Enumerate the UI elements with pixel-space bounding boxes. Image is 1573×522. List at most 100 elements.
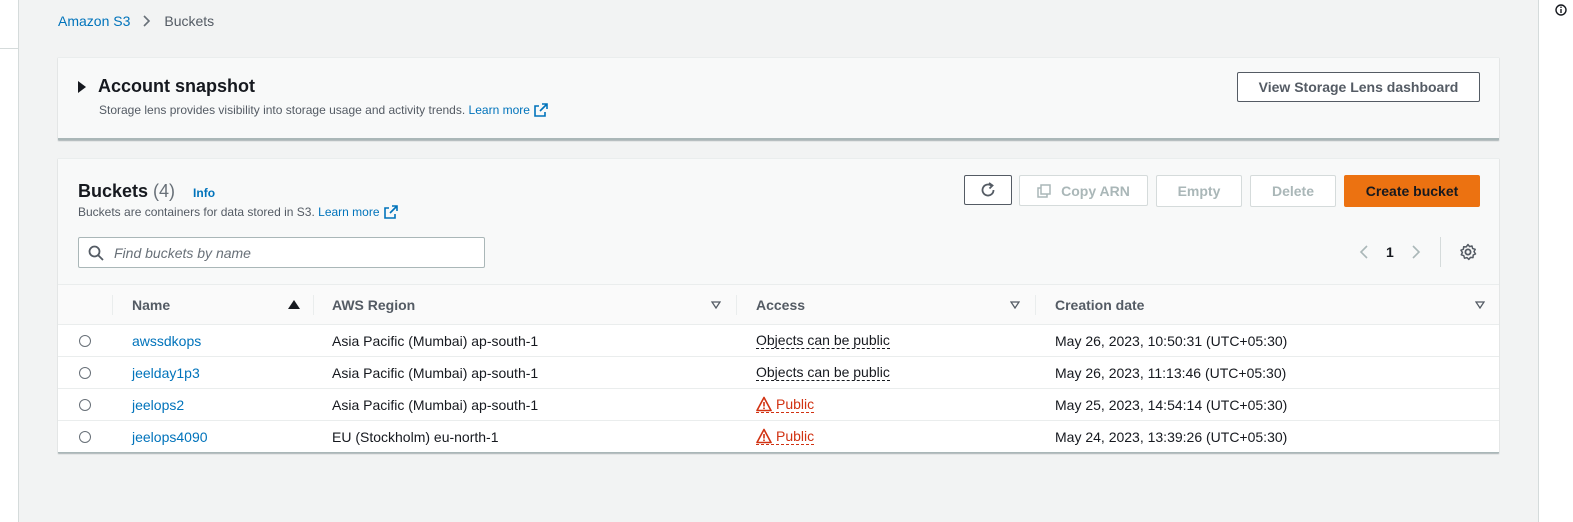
table-row[interactable]: jeelday1p3 Asia Pacific (Mumbai) ap-south… xyxy=(58,357,1499,389)
buckets-table: Name AWS Region Access Creation date aws… xyxy=(58,284,1499,452)
buckets-header: Buckets (4) Info xyxy=(78,181,215,202)
row-select[interactable] xyxy=(79,389,91,420)
access-public[interactable]: Public xyxy=(756,396,815,413)
search-input[interactable] xyxy=(112,243,476,262)
chevron-right-icon[interactable] xyxy=(1408,245,1422,259)
external-link-icon[interactable] xyxy=(383,205,398,219)
access-label[interactable]: Objects can be public xyxy=(756,364,890,381)
column-separator xyxy=(736,295,737,315)
account-snapshot-panel: Account snapshot Storage lens provides v… xyxy=(58,57,1499,140)
created-text: May 24, 2023, 13:39:26 (UTC+05:30) xyxy=(1055,428,1288,445)
help-panel-strip xyxy=(1538,0,1573,522)
bucket-name-link[interactable]: jeelday1p3 xyxy=(132,365,200,381)
info-link[interactable]: Info xyxy=(193,186,215,200)
account-snapshot-title: Account snapshot xyxy=(98,76,256,96)
bucket-name-link[interactable]: jeelops4090 xyxy=(132,429,208,445)
copy-arn-label: Copy ARN xyxy=(1061,182,1130,199)
created-cell: May 26, 2023, 11:13:46 (UTC+05:30) xyxy=(1055,357,1286,388)
column-region[interactable]: AWS Region xyxy=(332,285,721,324)
create-bucket-button[interactable]: Create bucket xyxy=(1344,175,1480,207)
row-select[interactable] xyxy=(79,421,91,452)
gear-icon[interactable] xyxy=(1459,243,1477,261)
row-select[interactable] xyxy=(79,325,91,356)
table-row[interactable]: jeelops4090 EU (Stockholm) eu-north-1 Publ… xyxy=(58,421,1499,452)
radio-button[interactable] xyxy=(79,430,91,443)
column-name[interactable]: Name xyxy=(132,285,300,324)
access-label: Public xyxy=(776,396,815,412)
pagination: 1 xyxy=(1358,237,1477,267)
sort-asc-icon xyxy=(288,300,300,309)
empty-button[interactable]: Empty xyxy=(1156,175,1242,207)
bucket-name-cell: jeelday1p3 xyxy=(132,357,200,388)
breadcrumb-amazon-s3[interactable]: Amazon S3 xyxy=(58,13,130,29)
bucket-name-link[interactable]: jeelops2 xyxy=(132,397,184,413)
table-header: Name AWS Region Access Creation date xyxy=(58,284,1499,325)
sort-desc-icon xyxy=(1010,300,1020,309)
buckets-description-text: Buckets are containers for data stored i… xyxy=(78,205,315,219)
nav-divider xyxy=(0,48,18,49)
bucket-name-cell: jeelops2 xyxy=(132,389,184,420)
created-text: May 26, 2023, 11:13:46 (UTC+05:30) xyxy=(1055,364,1287,381)
created-cell: May 24, 2023, 13:39:26 (UTC+05:30) xyxy=(1055,421,1287,452)
search-box xyxy=(78,237,485,268)
access-cell: Objects can be public xyxy=(756,357,890,388)
column-created[interactable]: Creation date xyxy=(1055,285,1485,324)
region-text: Asia Pacific (Mumbai) ap-south-1 xyxy=(332,332,539,349)
copy-arn-button[interactable]: Copy ARN xyxy=(1019,175,1148,206)
chevron-right-icon xyxy=(143,15,151,27)
column-access-label: Access xyxy=(756,296,806,313)
pager-divider xyxy=(1439,237,1441,267)
column-separator xyxy=(313,295,314,315)
row-select[interactable] xyxy=(79,357,91,388)
region-text: Asia Pacific (Mumbai) ap-south-1 xyxy=(332,396,539,413)
radio-button[interactable] xyxy=(79,334,91,347)
table-body: awssdkops Asia Pacific (Mumbai) ap-south-… xyxy=(58,325,1499,452)
access-public[interactable]: Public xyxy=(756,428,815,445)
created-text: May 26, 2023, 10:50:31 (UTC+05:30) xyxy=(1055,332,1288,349)
radio-button[interactable] xyxy=(79,398,91,411)
external-link-icon[interactable] xyxy=(534,103,548,117)
caret-right-icon xyxy=(78,80,86,93)
column-separator xyxy=(1035,295,1036,315)
table-row[interactable]: jeelops2 Asia Pacific (Mumbai) ap-south-1… xyxy=(58,389,1499,421)
created-cell: May 25, 2023, 14:54:14 (UTC+05:30) xyxy=(1055,389,1287,420)
chevron-left-icon[interactable] xyxy=(1358,245,1372,259)
warning-icon xyxy=(756,428,772,444)
buckets-title: Buckets xyxy=(78,181,149,201)
sort-desc-icon xyxy=(711,300,721,309)
snapshot-learn-more-link[interactable]: Learn more xyxy=(469,103,530,117)
region-cell: EU (Stockholm) eu-north-1 xyxy=(332,421,499,452)
column-name-label: Name xyxy=(132,296,171,313)
created-text: May 25, 2023, 14:54:14 (UTC+05:30) xyxy=(1055,396,1288,413)
region-text: Asia Pacific (Mumbai) ap-south-1 xyxy=(332,364,539,381)
delete-button[interactable]: Delete xyxy=(1250,175,1336,207)
page-number[interactable]: 1 xyxy=(1386,244,1394,260)
region-text: EU (Stockholm) eu-north-1 xyxy=(332,428,499,445)
column-separator xyxy=(112,295,113,315)
radio-button[interactable] xyxy=(79,366,91,379)
bucket-name-link[interactable]: awssdkops xyxy=(132,333,201,349)
refresh-icon xyxy=(981,182,995,197)
view-storage-lens-button[interactable]: View Storage Lens dashboard xyxy=(1237,72,1480,102)
account-snapshot-toggle[interactable]: Account snapshot xyxy=(78,76,255,97)
column-created-label: Creation date xyxy=(1055,296,1145,313)
access-cell: Public xyxy=(756,421,815,452)
refresh-button[interactable] xyxy=(964,175,1012,205)
breadcrumb: Amazon S3 Buckets xyxy=(58,12,214,30)
info-circle-icon[interactable] xyxy=(1555,4,1567,16)
buckets-learn-more-link[interactable]: Learn more xyxy=(318,205,379,219)
access-label: Public xyxy=(776,428,815,444)
access-cell: Objects can be public xyxy=(756,325,890,356)
column-region-label: AWS Region xyxy=(332,296,416,313)
column-access[interactable]: Access xyxy=(756,285,1020,324)
table-row[interactable]: awssdkops Asia Pacific (Mumbai) ap-south-… xyxy=(58,325,1499,357)
created-cell: May 26, 2023, 10:50:31 (UTC+05:30) xyxy=(1055,325,1287,356)
access-cell: Public xyxy=(756,389,815,420)
buckets-panel: Buckets (4) Info Buckets are containers … xyxy=(58,158,1499,453)
buckets-count: (4) xyxy=(153,181,176,201)
bucket-name-cell: jeelops4090 xyxy=(132,421,208,452)
snapshot-description-text: Storage lens provides visibility into st… xyxy=(99,103,466,117)
side-navigation-strip xyxy=(0,0,19,522)
access-label[interactable]: Objects can be public xyxy=(756,332,890,349)
region-cell: Asia Pacific (Mumbai) ap-south-1 xyxy=(332,325,538,356)
